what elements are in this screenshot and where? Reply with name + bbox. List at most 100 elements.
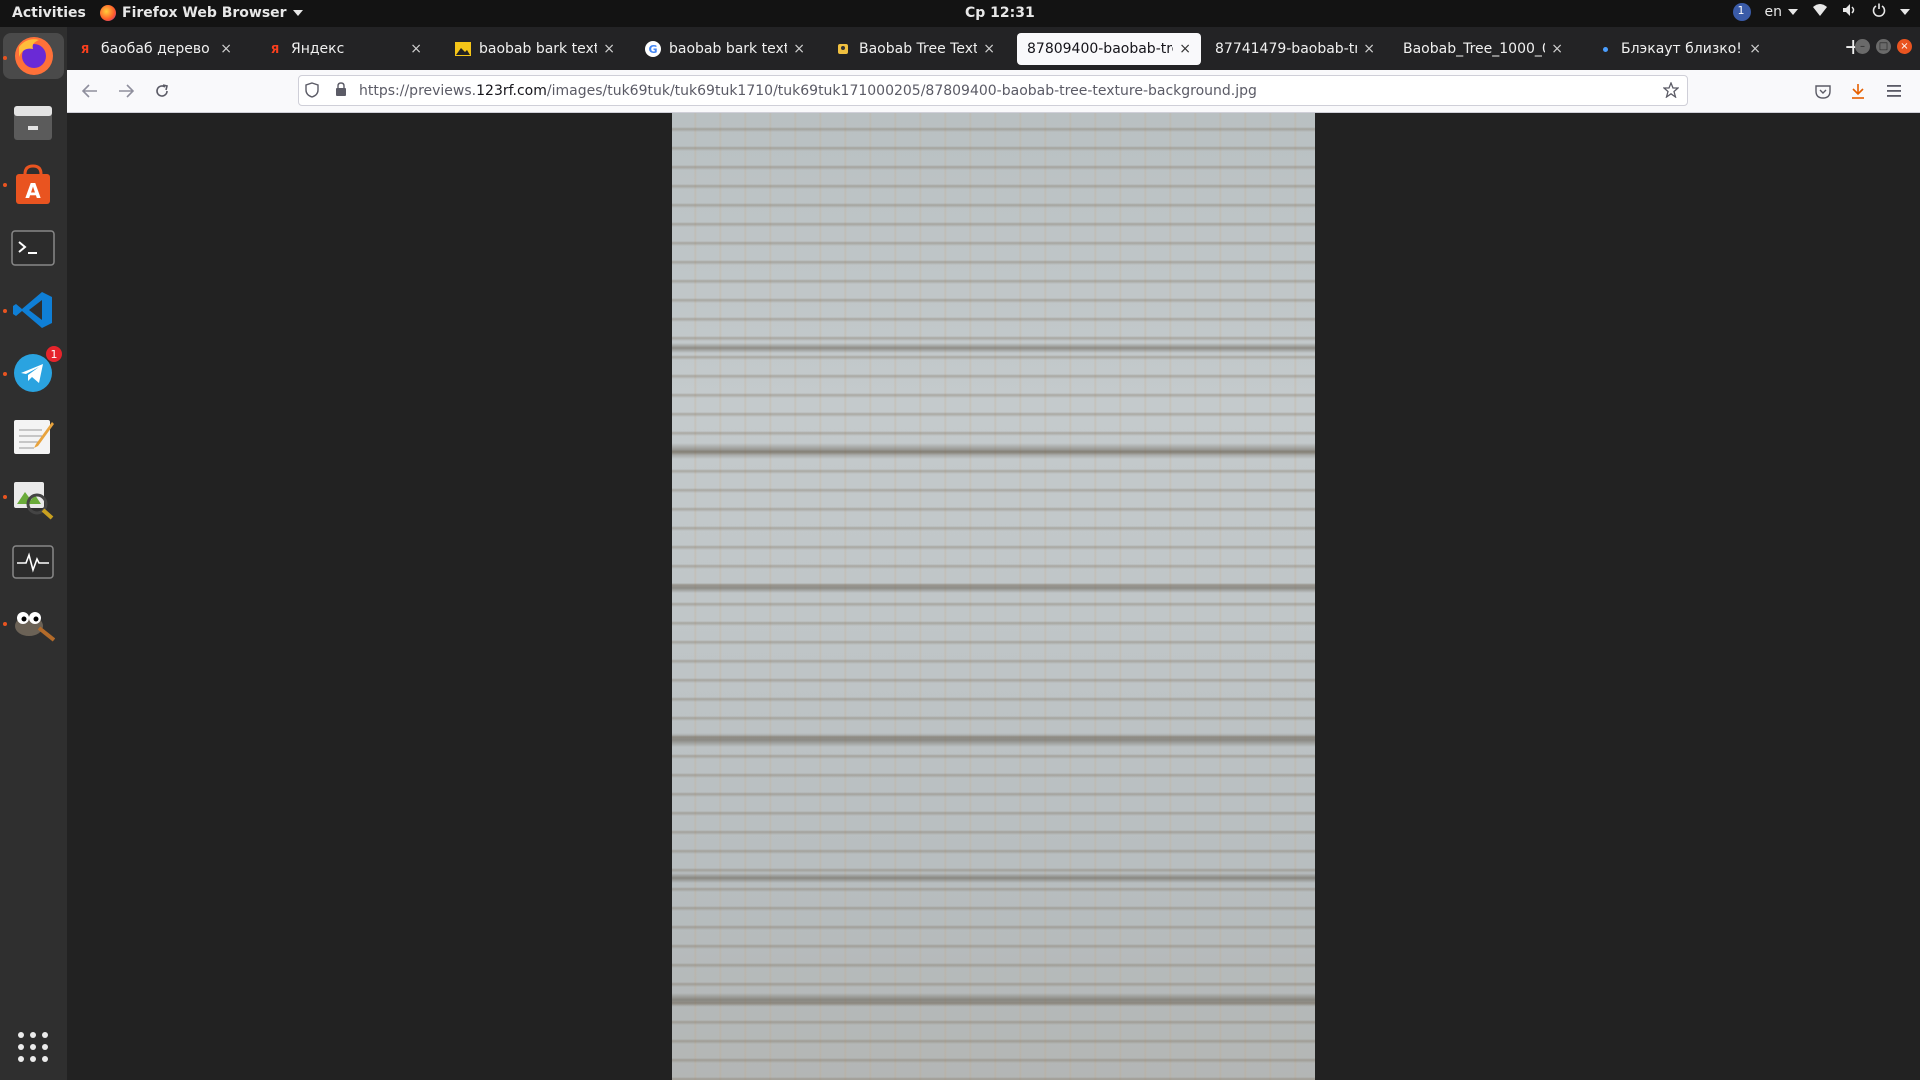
tab-title: 87741479-baobab-tree [1215, 41, 1358, 57]
language-label: en [1764, 4, 1783, 20]
shopping-bag-icon: A [16, 164, 50, 204]
tab[interactable]: Baobab_Tree_1000_00 × [1393, 33, 1573, 65]
chevron-down-icon[interactable] [1900, 9, 1910, 15]
bark-ridge [672, 733, 1315, 747]
tab[interactable]: G baobab bark texture × [635, 33, 815, 65]
nav-bar: https://previews.123rf.com/images/tuk69t… [67, 70, 1920, 113]
running-indicator [3, 372, 7, 376]
tab[interactable]: Я Яндекс × [257, 33, 432, 65]
arrow-right-icon [119, 84, 134, 98]
bark-ridge [672, 343, 1315, 353]
pocket-icon [1815, 84, 1831, 99]
dock-text-editor[interactable] [10, 413, 56, 459]
close-icon[interactable]: × [1363, 41, 1375, 57]
close-icon[interactable]: × [983, 41, 995, 57]
shield-icon[interactable] [305, 82, 319, 102]
clock[interactable]: Ср 12:31 [965, 5, 1035, 21]
close-icon[interactable]: × [793, 41, 805, 57]
close-icon[interactable]: × [220, 41, 232, 57]
top-bar: Activities Firefox Web Browser Ср 12:31 … [0, 0, 1920, 27]
forward-button[interactable] [115, 80, 137, 102]
minimize-button[interactable]: – [1855, 39, 1870, 54]
url-bar[interactable]: https://previews.123rf.com/images/tuk69t… [298, 75, 1688, 106]
tab-strip: Я баобаб дерево — Я × Я Яндекс × baobab … [67, 27, 1920, 70]
maximize-button[interactable]: □ [1876, 39, 1891, 54]
show-applications-button[interactable] [10, 1024, 56, 1070]
reload-button[interactable] [151, 80, 173, 102]
language-indicator[interactable]: en [1764, 4, 1798, 20]
close-icon[interactable]: × [603, 41, 615, 57]
tab-title: Baobab Tree Texture [859, 41, 978, 57]
gimp-icon [15, 612, 55, 642]
vscode-icon [13, 292, 52, 328]
close-icon[interactable]: × [1749, 41, 1761, 57]
tab-active[interactable]: 87809400-baobab-tree × [1017, 33, 1201, 65]
bark-ridge [672, 993, 1315, 1007]
bark-ridge [672, 873, 1315, 883]
hamburger-menu-icon [1887, 85, 1901, 97]
close-icon[interactable]: × [1179, 41, 1191, 57]
chevron-down-icon [1788, 9, 1798, 15]
dock-telegram[interactable]: 1 [10, 346, 62, 396]
pocket-button[interactable] [1812, 80, 1834, 102]
close-icon[interactable]: × [410, 41, 422, 57]
reload-icon [156, 84, 168, 97]
dock-image-viewer[interactable] [10, 475, 56, 521]
notification-icon[interactable]: 1 [1732, 3, 1751, 21]
wifi-icon[interactable] [1812, 3, 1828, 21]
bark-ridge [672, 583, 1315, 593]
app-menu[interactable]: Firefox Web Browser [100, 5, 303, 21]
google-icon: G [645, 41, 661, 57]
system-tray[interactable]: 1 en [1732, 3, 1910, 21]
dock-vscode[interactable] [10, 287, 56, 333]
tab[interactable]: Я баобаб дерево — Я × [67, 33, 242, 65]
running-indicator [3, 309, 7, 313]
system-monitor-icon [12, 545, 54, 579]
tab-title: Baobab_Tree_1000_00 [1403, 41, 1546, 57]
dock-gimp[interactable] [10, 601, 56, 647]
chevron-down-icon [292, 10, 303, 16]
tab[interactable]: Baobab Tree Texture × [825, 33, 1005, 65]
firefox-icon [14, 37, 53, 75]
files-icon [14, 106, 52, 140]
download-icon [1852, 84, 1864, 99]
yandex-icon: Я [270, 42, 280, 56]
back-button[interactable] [79, 80, 101, 102]
dot-icon [1597, 41, 1613, 57]
star-icon[interactable] [1662, 81, 1680, 102]
close-window-button[interactable]: × [1897, 39, 1912, 54]
dock-firefox[interactable] [3, 33, 64, 79]
arrow-left-icon [82, 84, 97, 98]
tab-title: baobab bark texture [669, 41, 788, 57]
tab[interactable]: 87741479-baobab-tree × [1205, 33, 1385, 65]
volume-icon[interactable] [1842, 3, 1858, 21]
tab-title: Блэкаут близко! [Та [1621, 41, 1743, 57]
terminal-icon [11, 230, 55, 266]
close-icon[interactable]: × [1551, 41, 1563, 57]
url-path: /images/tuk69tuk/tuk69tuk1710/tuk69tuk17… [546, 83, 1257, 99]
tab-title: баобаб дерево — Я [101, 41, 214, 57]
image-viewer-icon [14, 482, 54, 520]
power-icon[interactable] [1872, 3, 1886, 21]
tab[interactable]: Блэкаут близко! [Та × [1587, 33, 1771, 65]
url-text[interactable]: https://previews.123rf.com/images/tuk69t… [359, 83, 1257, 99]
dock-terminal[interactable] [10, 225, 56, 271]
running-indicator [3, 56, 7, 60]
bark-ridge [672, 443, 1315, 459]
dock-software-center[interactable]: A [10, 162, 56, 208]
tab-title: 87809400-baobab-tree [1027, 41, 1174, 57]
menu-button[interactable] [1883, 80, 1905, 102]
yandex-icon: Я [80, 42, 90, 56]
activities-button[interactable]: Activities [12, 5, 86, 21]
tab-title: baobab bark texture [479, 41, 598, 57]
lock-icon[interactable] [335, 82, 347, 101]
dock-files[interactable] [10, 99, 56, 145]
image-icon [455, 41, 471, 57]
dock-system-monitor[interactable] [10, 539, 56, 585]
running-indicator [3, 495, 7, 499]
notification-badge: 1 [1737, 4, 1745, 17]
tab[interactable]: baobab bark texture × [445, 33, 625, 65]
downloads-button[interactable] [1847, 80, 1869, 102]
baobab-bark-image[interactable] [672, 113, 1315, 1080]
telegram-badge: 1 [46, 346, 62, 362]
